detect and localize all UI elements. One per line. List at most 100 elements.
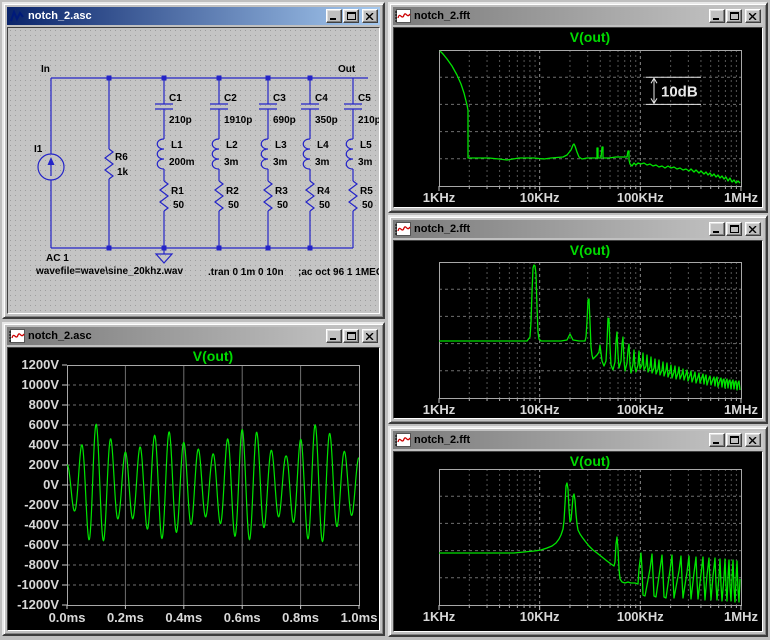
maximize-button[interactable] [726,222,742,236]
close-button[interactable] [745,9,761,23]
x-tick-label: 1KHz [423,402,456,417]
window-controls [708,222,761,236]
plot-app-icon[interactable] [395,433,411,447]
close-button[interactable] [362,9,378,23]
x-tick-label: 1KHz [423,190,456,205]
waveform-trace [66,423,360,543]
inductor-symbol [156,138,165,170]
close-button[interactable] [745,433,761,447]
fft-plot-area-1[interactable]: 1KHz 10KHz 100KHz 1MHz V(out) 10dB [393,27,763,208]
component-name: C1 [169,93,182,104]
component-name: R3 [275,186,288,197]
plot-app-icon[interactable] [395,9,411,23]
y-tick-label: 400V [29,437,60,452]
maximize-icon [346,12,356,20]
window-schematic: notch_2.asc In Out I1 AC 1 wavefile=wave\sin… [2,2,385,319]
minimize-button[interactable] [326,9,342,23]
inductor-symbol [302,138,311,170]
maximize-button[interactable] [343,9,359,23]
titlebar-fft-3[interactable]: notch_2.fft [393,431,763,449]
component-name: L4 [317,140,329,151]
y-tick-label: 1200V [21,357,59,372]
component-name: R6 [115,152,128,163]
minimize-icon [330,337,336,340]
inductor-symbol [260,138,269,170]
x-tick-label: 100KHz [617,609,664,624]
spice-directive-tran: .tran 0 1m 0 10n [208,267,284,278]
resistor-symbol [348,180,358,212]
waveform-plot-area[interactable]: 1200V 1000V 800V 600V 400V 200V 0V -200V -400V -6… [7,347,380,631]
fft-plot-area-2[interactable]: 1KHz 10KHz 100KHz 1MHz V(out) [393,240,763,419]
net-label-out: Out [338,64,356,75]
x-tick-label: 100KHz [617,402,664,417]
fft-trace [439,482,741,603]
titlebar-schematic[interactable]: notch_2.asc [7,7,380,25]
y-tick-label: -200V [24,497,59,512]
y-tick-label: -400V [24,517,59,532]
minimize-button[interactable] [709,222,725,236]
window-title: notch_2.fft [414,223,471,235]
plot-app-icon[interactable] [395,222,411,236]
db-scale-annotation: 10dB [661,83,698,100]
component-name: R1 [171,186,184,197]
fft-trace [439,50,741,184]
component-name: C5 [358,93,371,104]
plot-app-icon-glyph [395,433,411,447]
plot-app-icon-glyph [9,329,25,343]
component-value: 50 [319,200,331,211]
x-tick-label: 10KHz [520,190,560,205]
close-icon [749,12,757,20]
inductor-symbol [345,138,354,170]
plot-box [439,50,742,187]
component-name: C4 [315,93,328,104]
maximize-button[interactable] [343,329,359,343]
maximize-icon [729,225,739,233]
maximize-icon [729,12,739,20]
window-fft-2: notch_2.fft 1KHz 10KHz 100KHz 1MHz V(out) [388,215,768,424]
arrow-up-icon [47,157,55,165]
window-controls [708,433,761,447]
resistor-symbol [305,180,315,212]
maximize-button[interactable] [726,9,742,23]
component-value: 350p [315,115,338,126]
maximize-button[interactable] [726,433,742,447]
component-value: 210p [169,115,192,126]
maximize-icon [346,332,356,340]
component-value: 690p [273,115,296,126]
titlebar-fft-2[interactable]: notch_2.fft [393,220,763,238]
minimize-icon [713,17,719,20]
window-title: notch_2.asc [28,330,92,342]
close-icon [749,436,757,444]
resistor-symbol [104,148,114,180]
x-tick-label: 0.2ms [107,610,144,625]
x-tick-label: 1.0ms [341,610,378,625]
component-value: 200m [169,157,195,168]
schematic-app-icon[interactable] [9,9,25,23]
close-button[interactable] [362,329,378,343]
component-name: R2 [226,186,239,197]
plot-app-icon-glyph [395,222,411,236]
component-name: R4 [317,186,330,197]
component-value: 50 [362,200,374,211]
inductor-symbol [211,138,220,170]
wavefile-text: wavefile=wave\sine_20khz.wav [35,266,183,277]
close-icon [366,12,374,20]
titlebar-fft-1[interactable]: notch_2.fft [393,7,763,25]
x-tick-label: 100KHz [617,190,664,205]
minimize-button[interactable] [709,433,725,447]
titlebar-waveform[interactable]: notch_2.asc [7,327,380,345]
minimize-button[interactable] [326,329,342,343]
plot-app-icon[interactable] [9,329,25,343]
component-name: L1 [171,140,183,151]
minimize-button[interactable] [709,9,725,23]
close-button[interactable] [745,222,761,236]
schematic-canvas[interactable]: In Out I1 AC 1 wavefile=wave\sine_20khz.wav R… [7,27,380,314]
x-tick-label: 10KHz [520,609,560,624]
x-tick-label: 0.8ms [282,610,319,625]
net-label-in: In [41,64,50,75]
window-title: notch_2.asc [28,10,92,22]
minimize-icon [713,230,719,233]
resistor-symbol [214,180,224,212]
fft-plot-area-3[interactable]: 1KHz 10KHz 100KHz 1MHz V(out) [393,451,763,632]
y-tick-label: 0V [43,477,59,492]
